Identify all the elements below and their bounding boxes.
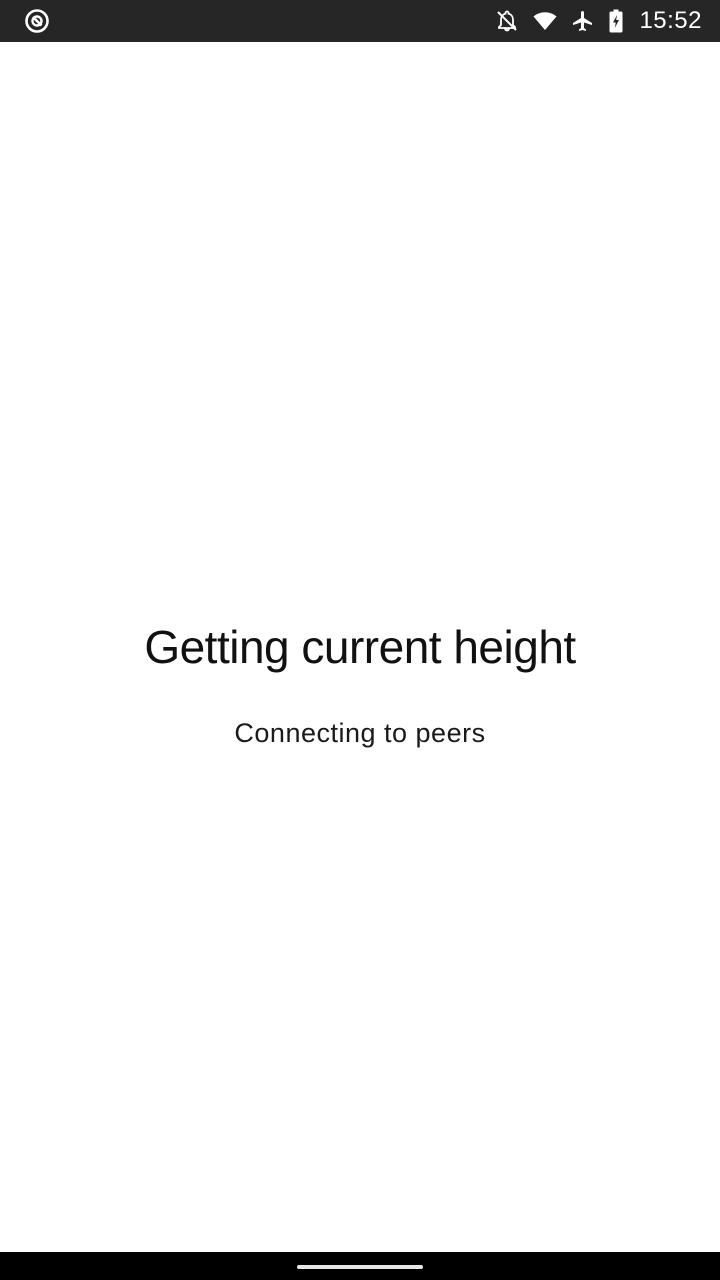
status-message: Connecting to peers — [234, 718, 486, 748]
page-title: Getting current height — [144, 621, 576, 673]
wifi-icon — [533, 12, 557, 31]
home-gesture-handle[interactable] — [297, 1265, 423, 1269]
battery-charging-icon — [609, 9, 623, 33]
navigation-bar — [0, 1252, 720, 1280]
status-clock: 15:52 — [639, 7, 702, 34]
airplane-mode-icon — [573, 11, 593, 31]
sync-screen: Getting current height Connecting to pee… — [0, 42, 720, 1252]
status-icons: 15:52 — [495, 0, 702, 42]
app-notification-icon — [25, 9, 49, 33]
status-bar: 15:52 — [0, 0, 720, 42]
do-not-disturb-off-icon — [497, 10, 518, 32]
